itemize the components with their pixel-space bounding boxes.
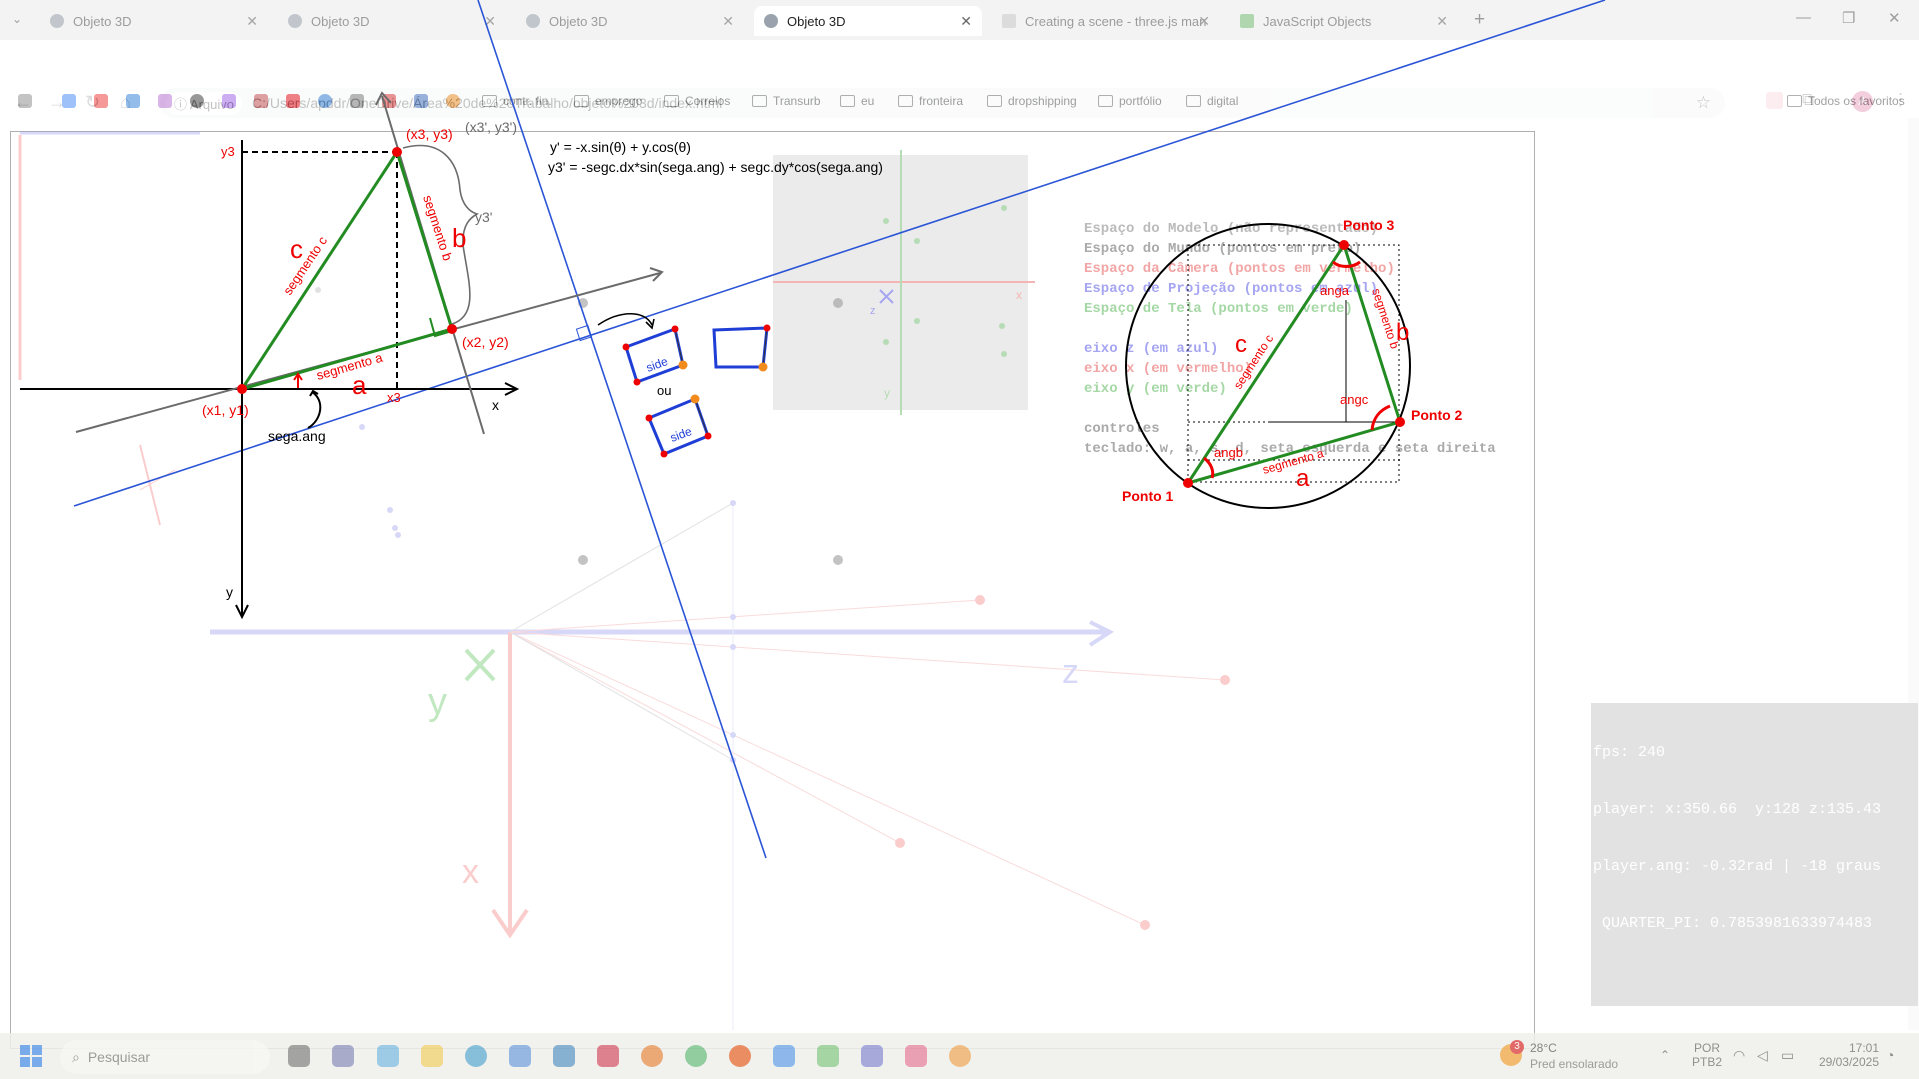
mcafee-icon[interactable] — [597, 1045, 619, 1067]
notification-badge: 3 — [1510, 1040, 1524, 1054]
angb-label: angb — [1214, 445, 1243, 460]
ponto-3-label: Ponto 3 — [1343, 217, 1395, 233]
weather-temp: 28°C — [1530, 1041, 1557, 1055]
x3-label: x3 — [387, 390, 401, 405]
hud-quarter-pi: QUARTER_PI: 0.7853981633974483 — [1593, 915, 1873, 932]
point3-prime-label: (x3', y3') — [465, 119, 517, 135]
firefox-icon[interactable] — [641, 1045, 663, 1067]
ponto-2-label: Ponto 2 — [1411, 407, 1463, 423]
language-indicator[interactable]: POR PTB2 — [1692, 1041, 1722, 1069]
circle-letter-b: b — [1396, 319, 1409, 346]
axis-y-label: y — [226, 584, 233, 600]
y3-prime-label: y3' — [475, 209, 492, 225]
ou-label: ou — [657, 383, 671, 398]
app-icon[interactable] — [773, 1045, 795, 1067]
mini-axis-x-label: x — [1016, 288, 1022, 302]
copilot-icon[interactable] — [377, 1045, 399, 1067]
start-button[interactable] — [20, 1045, 42, 1067]
dell-icon[interactable] — [553, 1045, 575, 1067]
letter-b: b — [452, 223, 466, 253]
world-axis-x-label: x — [462, 853, 479, 891]
point2-label: (x2, y2) — [462, 334, 509, 350]
letter-a: a — [352, 370, 367, 400]
legend-axis-x: eixo x (em vermelho) — [1084, 361, 1252, 377]
world-scene: z y x — [18, 131, 1230, 1030]
legend-line-screen: Espaço de Tela (pontos em verde) — [1084, 301, 1353, 317]
hud-player-angle: player.ang: -0.32rad | -18 graus — [1593, 858, 1882, 875]
legend-axis-z: eixo z (em azul) — [1084, 341, 1218, 357]
legend-line-world: Espaço do Mundo (pontos em preto) — [1084, 241, 1361, 257]
segment-b-label: segmento b — [420, 193, 455, 262]
segment-a-label: segmento a — [315, 350, 385, 383]
chrome-icon[interactable] — [685, 1045, 707, 1067]
anga-label: anga — [1320, 283, 1350, 298]
store-icon[interactable] — [509, 1045, 531, 1067]
mini-axis-z-label: z — [870, 305, 876, 317]
circle-letter-c: c — [1235, 331, 1247, 358]
legend-controls: controles — [1084, 421, 1160, 437]
debug-hud: fps: 240 player: x:350.66 y:128 z:135.43… — [1591, 703, 1918, 1006]
calculator-icon[interactable] — [861, 1045, 883, 1067]
mini-axis-y-label: y — [884, 386, 890, 400]
legend-line-camera: Espaço da Câmera (pontos em vermelho) — [1084, 261, 1395, 277]
weather-desc: Pred ensolarado — [1530, 1057, 1619, 1071]
task-view-icon[interactable] — [288, 1045, 310, 1067]
weather-widget[interactable]: 3 28°C Pred ensolarado — [1500, 1040, 1630, 1074]
mini-view: z y x — [773, 150, 1035, 415]
world-axis-y-label: y — [428, 681, 447, 723]
blender-icon[interactable] — [949, 1045, 971, 1067]
tray-chevron-icon[interactable]: ⌃ — [1660, 1048, 1670, 1062]
y3-label: y3 — [221, 144, 235, 159]
file-explorer-icon[interactable] — [421, 1045, 443, 1067]
axis-x-label: x — [492, 397, 499, 413]
app-icon[interactable] — [817, 1045, 839, 1067]
letter-c: c — [290, 234, 303, 264]
formula-line-2: y3' = -segc.dx*sin(sega.ang) + segc.dy*c… — [548, 159, 883, 175]
volume-icon[interactable]: ◁ — [1757, 1047, 1768, 1064]
notifications-bell-icon[interactable]: ◔ — [1886, 1047, 1894, 1063]
chat-icon[interactable] — [332, 1045, 354, 1067]
point3-label: (x3, y3) — [406, 126, 453, 142]
hud-player-position: player: x:350.66 y:128 z:135.43 — [1593, 801, 1882, 818]
legend-axis-y: eixo y (em verde) — [1084, 381, 1227, 397]
formula-line-1: y' = -x.sin(θ) + y.cos(θ) — [550, 139, 691, 155]
clock[interactable]: 17:01 29/03/2025 — [1815, 1041, 1879, 1069]
angc-label: angc — [1340, 392, 1369, 407]
sega-ang-label: sega.ang — [268, 428, 326, 444]
edge-icon[interactable] — [465, 1045, 487, 1067]
circle-letter-a: a — [1296, 465, 1310, 492]
ponto-1-label: Ponto 1 — [1122, 488, 1174, 504]
world-axis-z-label: z — [1062, 653, 1079, 691]
wifi-icon[interactable]: ◠ — [1733, 1047, 1745, 1064]
hud-fps: fps: 240 — [1593, 744, 1666, 761]
point1-label: (x1, y1) — [202, 402, 249, 418]
rotated-y-axis-line — [477, 0, 767, 859]
taskbar-search[interactable]: ⌕ Pesquisar — [60, 1040, 270, 1074]
battery-icon[interactable]: ▭ — [1781, 1047, 1794, 1064]
chrome-active-icon[interactable] — [729, 1045, 751, 1067]
search-icon: ⌕ — [72, 1048, 80, 1065]
snipping-tool-icon[interactable] — [905, 1045, 927, 1067]
